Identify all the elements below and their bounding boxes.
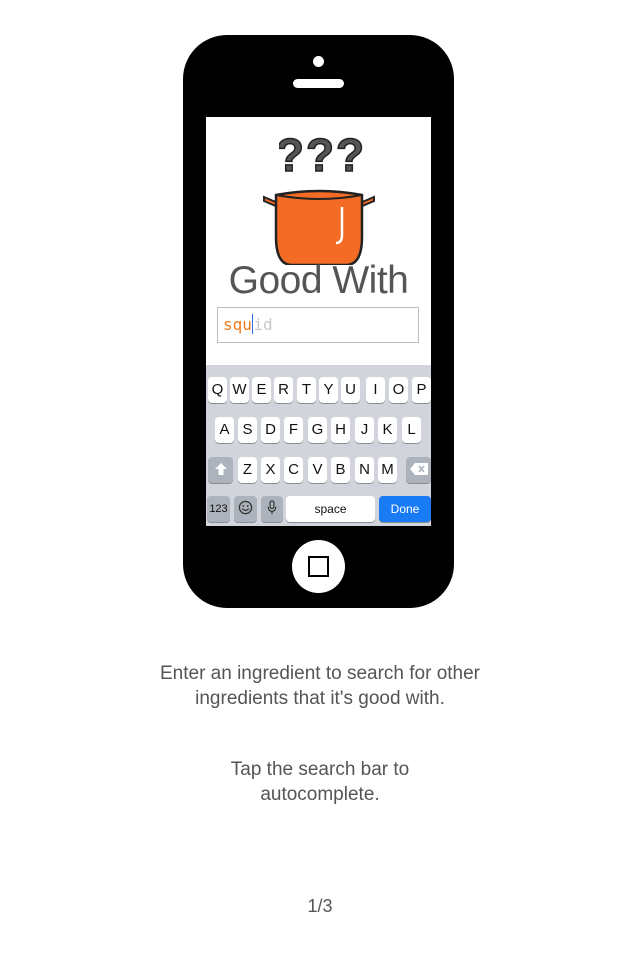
question-marks-icon: ??? xyxy=(279,131,363,177)
pot-icon xyxy=(263,189,375,265)
key-m[interactable]: M xyxy=(378,457,397,483)
instruction-line: autocomplete. xyxy=(260,784,380,805)
key-x[interactable]: X xyxy=(261,457,280,483)
key-b[interactable]: B xyxy=(331,457,350,483)
key-t[interactable]: T xyxy=(297,377,316,403)
key-q[interactable]: Q xyxy=(208,377,227,403)
key-v[interactable]: V xyxy=(308,457,327,483)
key-l[interactable]: L xyxy=(402,417,421,443)
emoji-key[interactable] xyxy=(234,496,257,522)
key-r[interactable]: R xyxy=(274,377,293,403)
instruction-line: Tap the search bar to xyxy=(230,759,410,780)
key-u[interactable]: U xyxy=(341,377,360,403)
backspace-icon xyxy=(409,463,428,475)
key-d[interactable]: D xyxy=(261,417,280,443)
instruction-text-2: Tap the search bar to autocomplete. xyxy=(0,757,640,807)
space-key[interactable]: space xyxy=(286,496,375,522)
home-button[interactable] xyxy=(292,540,345,593)
key-h[interactable]: H xyxy=(331,417,350,443)
key-z[interactable]: Z xyxy=(238,457,257,483)
key-a[interactable]: A xyxy=(215,417,234,443)
shift-icon xyxy=(214,463,227,475)
home-button-icon xyxy=(308,556,329,577)
emoji-icon xyxy=(238,500,253,515)
svg-text:???: ??? xyxy=(279,131,363,177)
done-key[interactable]: Done xyxy=(379,496,431,522)
key-g[interactable]: G xyxy=(308,417,327,443)
key-k[interactable]: K xyxy=(378,417,397,443)
key-y[interactable]: Y xyxy=(319,377,338,403)
backspace-key[interactable] xyxy=(406,457,431,483)
phone-screen: ??? Good With squid Q W E R T Y U I O P xyxy=(206,117,431,526)
page-indicator: 1/3 xyxy=(307,896,333,916)
phone-frame: ??? Good With squid Q W E R T Y U I O P xyxy=(183,35,454,608)
key-j[interactable]: J xyxy=(355,417,374,443)
instruction-line: ingredients that it's good with. xyxy=(195,688,445,709)
numbers-key[interactable]: 123 xyxy=(207,496,230,522)
instruction-text-1: Enter an ingredient to search for other … xyxy=(0,661,640,711)
key-s[interactable]: S xyxy=(238,417,257,443)
search-autocomplete-suggestion[interactable]: id xyxy=(253,315,272,334)
key-e[interactable]: E xyxy=(252,377,271,403)
key-i[interactable]: I xyxy=(366,377,385,403)
camera-icon xyxy=(313,56,324,67)
key-o[interactable]: O xyxy=(389,377,408,403)
speaker-icon xyxy=(293,79,344,88)
key-p[interactable]: P xyxy=(412,377,431,403)
key-c[interactable]: C xyxy=(284,457,303,483)
key-n[interactable]: N xyxy=(355,457,374,483)
on-screen-keyboard: Q W E R T Y U I O P A S D F G H J K L Z … xyxy=(206,365,431,526)
search-typed-text: squ xyxy=(223,315,252,334)
instruction-line: Enter an ingredient to search for other xyxy=(159,663,481,684)
microphone-key[interactable] xyxy=(261,496,283,522)
key-f[interactable]: F xyxy=(284,417,303,443)
microphone-icon xyxy=(267,500,277,515)
key-w[interactable]: W xyxy=(230,377,249,403)
search-input[interactable]: squid xyxy=(217,307,419,343)
shift-key[interactable] xyxy=(208,457,233,483)
app-title: Good With xyxy=(228,259,409,302)
